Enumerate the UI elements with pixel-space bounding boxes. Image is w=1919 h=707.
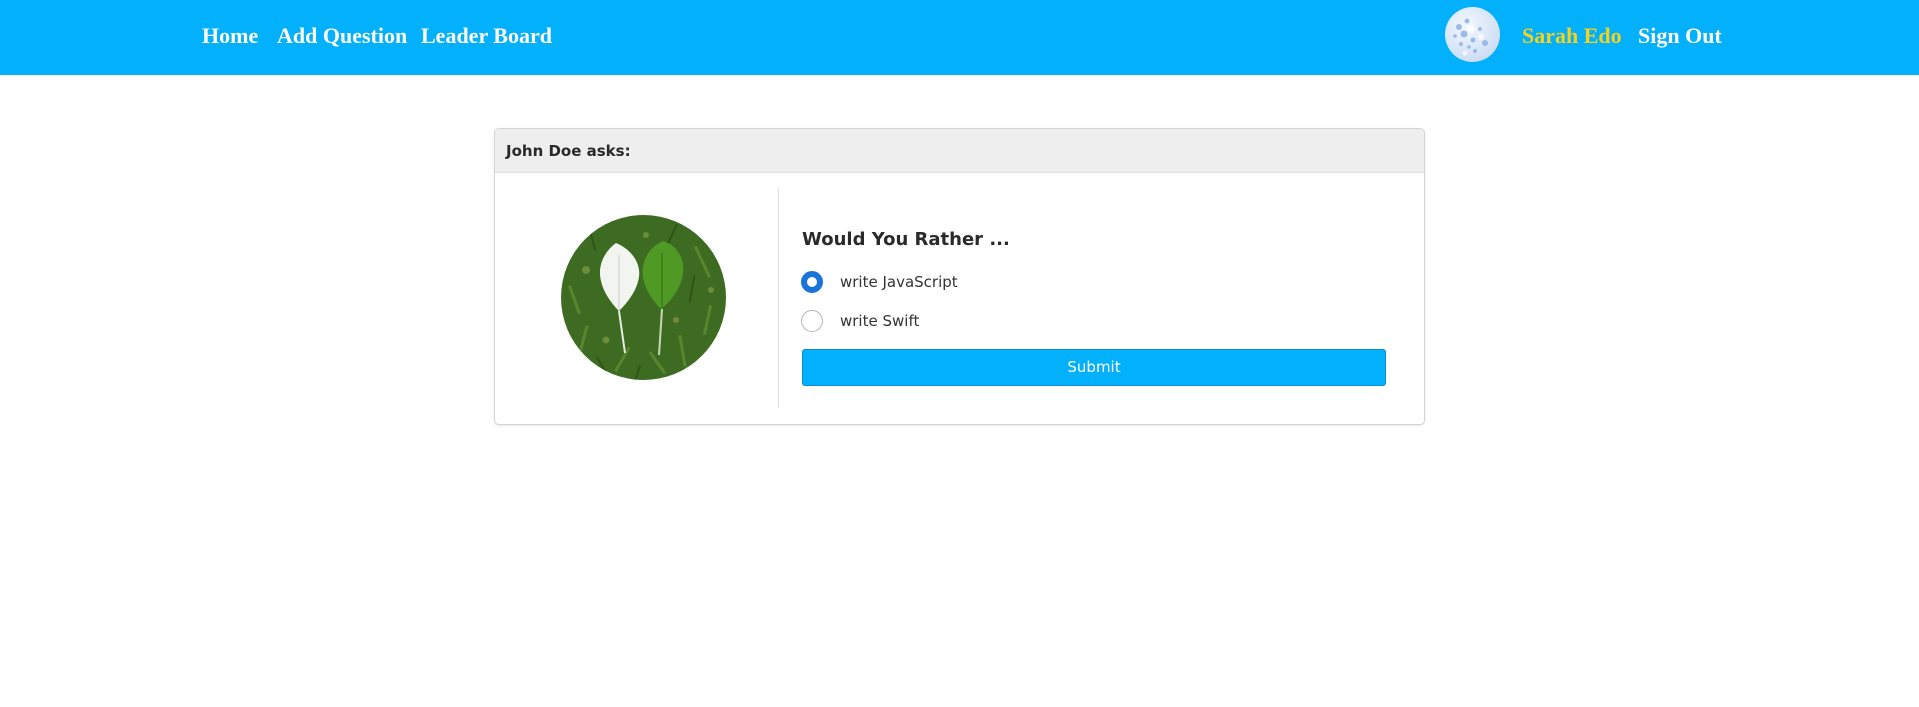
question-card: John Doe asks: Would You Rather ... writ… — [495, 129, 1424, 424]
author-avatar — [561, 215, 726, 380]
nav-home-link[interactable]: Home — [202, 22, 258, 50]
current-user-name: Sarah Edo — [1522, 23, 1622, 48]
radio-button-unselected[interactable] — [801, 310, 823, 332]
author-avatar-image — [561, 215, 726, 380]
question-title: Would You Rather ... — [802, 229, 1010, 250]
nav-add-question-link[interactable]: Add Question — [277, 22, 407, 50]
option-write-swift[interactable]: write Swift — [801, 309, 1101, 333]
user-avatar — [1445, 7, 1500, 62]
card-header: John Doe asks: — [495, 129, 1424, 173]
nav-leader-board-link[interactable]: Leader Board — [421, 22, 552, 50]
sign-out-link[interactable]: Sign Out — [1638, 22, 1722, 50]
submit-button[interactable]: Submit — [802, 349, 1386, 386]
card-divider — [778, 188, 779, 408]
question-author-label: John Doe asks: — [506, 142, 631, 160]
radio-button-selected[interactable] — [801, 271, 823, 293]
option-label[interactable]: write Swift — [840, 312, 919, 330]
top-nav-bar: Home Add Question Leader Board Sarah Edo… — [0, 0, 1919, 75]
option-write-javascript[interactable]: write JavaScript — [801, 270, 1101, 294]
option-label[interactable]: write JavaScript — [840, 273, 958, 291]
user-avatar-image — [1453, 18, 1488, 56]
